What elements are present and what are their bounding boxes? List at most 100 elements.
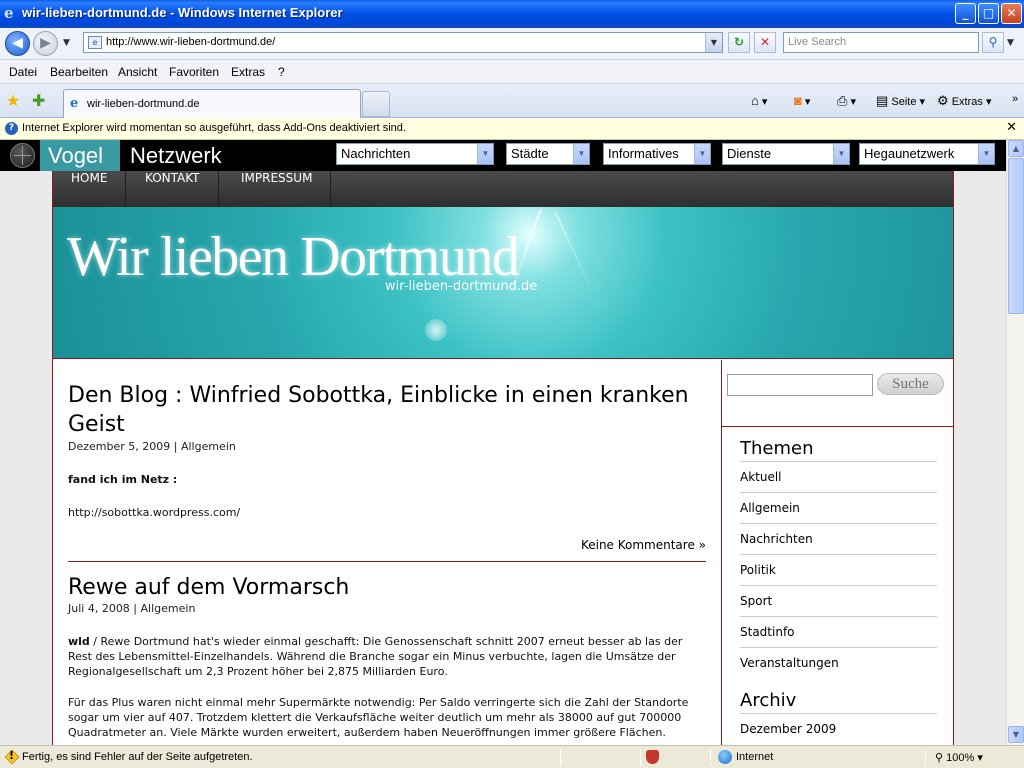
page-menu[interactable]: ▤ Seite ▾ — [876, 93, 925, 109]
post-meta: Dezember 5, 2009 | Allgemein — [68, 440, 236, 453]
maximize-button[interactable]: □ — [978, 3, 999, 24]
nav-home[interactable]: HOME — [53, 171, 127, 207]
info-bar-text[interactable]: Internet Explorer wird momentan so ausge… — [22, 122, 406, 134]
sidebar: Suche Themen Aktuell Allgemein Nachricht… — [721, 360, 953, 745]
address-field[interactable]: e http://www.wir-lieben-dortmund.de/ ▼ — [83, 32, 723, 53]
chevron-down-icon: ▼ — [477, 144, 493, 164]
post-meta: Juli 4, 2008 | Allgemein — [68, 602, 196, 615]
scroll-up-icon[interactable]: ▲ — [1008, 140, 1024, 157]
internet-zone-icon — [718, 750, 732, 764]
address-url[interactable]: http://www.wir-lieben-dortmund.de/ — [106, 36, 275, 48]
menu-help[interactable]: ? — [278, 65, 285, 79]
forward-button[interactable]: ▶ — [33, 31, 58, 56]
close-button[interactable]: ✕ — [1001, 3, 1022, 24]
vertical-scrollbar[interactable]: ▲ ▼ — [1006, 140, 1024, 745]
window-title: wir-lieben-dortmund.de - Windows Interne… — [22, 5, 343, 20]
chevron-down-icon: ▼ — [573, 144, 589, 164]
security-zone[interactable]: Internet — [736, 751, 773, 763]
comments-link[interactable]: Keine Kommentare » — [581, 538, 706, 552]
status-bar: ! Fertig, es sind Fehler auf der Seite a… — [0, 745, 1024, 768]
tab-label: wir-lieben-dortmund.de — [87, 98, 200, 110]
page-icon: e — [88, 36, 102, 49]
home-icon[interactable]: ⌂ ▾ — [751, 93, 767, 108]
post-body-bold: fand ich im Netz : — [68, 473, 178, 486]
post-date: Juli 4, 2008 — [68, 602, 130, 615]
menu-extras[interactable]: Extras — [231, 65, 265, 79]
address-dropdown-icon[interactable]: ▼ — [705, 33, 722, 52]
window-titlebar: e wir-lieben-dortmund.de - Windows Inter… — [0, 0, 1024, 28]
menu-bearbeiten[interactable]: Bearbeiten — [50, 65, 108, 79]
sidebar-item-politik[interactable]: Politik — [740, 554, 937, 585]
info-bar-close-icon[interactable]: ✕ — [1006, 120, 1017, 135]
sidebar-heading-archiv: Archiv — [740, 690, 797, 711]
refresh-button[interactable]: ↻ — [728, 32, 750, 53]
zoom-icon: ⚲ — [935, 752, 944, 764]
nav-kontakt[interactable]: KONTAKT — [127, 171, 219, 207]
page-viewport: Vogel Netzwerk Nachrichten ▼ Städte ▼ Info… — [0, 140, 1006, 745]
add-favorite-icon[interactable]: ✚ — [32, 91, 45, 110]
more-commands-icon[interactable]: » — [1012, 93, 1018, 105]
status-text[interactable]: Fertig, es sind Fehler auf der Seite auf… — [22, 751, 253, 763]
print-icon[interactable]: ⎙ ▾ — [837, 93, 856, 109]
post-title[interactable]: Rewe auf dem Vormarsch — [68, 573, 708, 602]
vogel-network-bar: Vogel Netzwerk Nachrichten ▼ Städte ▼ Info… — [0, 140, 1006, 171]
search-input[interactable]: Live Search — [783, 32, 979, 53]
tools-menu[interactable]: ⚙ Extras ▾ — [937, 93, 991, 109]
post-category[interactable]: Allgemein — [181, 440, 236, 453]
post-category[interactable]: Allgemein — [141, 602, 196, 615]
site-container: HOME KONTAKT IMPRESSUM Wir lieben Dortmu… — [52, 171, 954, 745]
menu-datei[interactable]: Datei — [9, 65, 37, 79]
sidebar-item-veranstaltungen[interactable]: Veranstaltungen — [740, 647, 937, 678]
menu-bar: Datei Bearbeiten Ansicht Favoriten Extra… — [0, 60, 1024, 84]
ie-logo-icon: e — [4, 4, 14, 22]
post-paragraph: wld / Rewe Dortmund hat's wieder einmal … — [68, 635, 683, 678]
scrollbar-thumb[interactable] — [1008, 158, 1024, 314]
favorites-star-icon[interactable]: ★ — [6, 91, 20, 110]
banner-subtitle: wir-lieben-dortmund.de — [385, 279, 538, 294]
search-options-icon[interactable]: ▼ — [1007, 38, 1014, 48]
sidebar-item-allgemein[interactable]: Allgemein — [740, 492, 937, 523]
info-bar[interactable]: ? Internet Explorer wird momentan so aus… — [0, 118, 1024, 140]
site-banner[interactable]: Wir lieben Dortmund wir-lieben-dortmund.… — [53, 207, 953, 359]
light-orb — [425, 319, 447, 341]
chevron-down-icon: ▼ — [978, 144, 994, 164]
sidebar-item-sport[interactable]: Sport — [740, 585, 937, 616]
chevron-down-icon: ▼ — [833, 144, 849, 164]
netzwerk-brand[interactable]: Netzwerk — [130, 143, 222, 169]
tab-wir-lieben-dortmund[interactable]: e wir-lieben-dortmund.de — [63, 89, 361, 118]
menu-favoriten[interactable]: Favoriten — [169, 65, 219, 79]
main-content: Den Blog : Winfried Sobottka, Einblicke … — [53, 360, 721, 745]
select-informatives[interactable]: Informatives ▼ — [603, 143, 711, 165]
select-hegaunetzwerk[interactable]: Hegaunetzwerk ▼ — [859, 143, 995, 165]
sidebar-item-aktuell[interactable]: Aktuell — [740, 461, 937, 492]
sidebar-search-button[interactable]: Suche — [877, 373, 944, 395]
tab-bar: ★ ✚ e wir-lieben-dortmund.de ⌂ ▾ ◙ ▾ ⎙ ▾… — [0, 84, 1024, 118]
post-link[interactable]: http://sobottka.wordpress.com/ — [68, 505, 708, 520]
site-nav: HOME KONTAKT IMPRESSUM — [53, 171, 953, 207]
history-dropdown-icon[interactable]: ▼ — [63, 38, 70, 48]
nav-impressum[interactable]: IMPRESSUM — [223, 171, 332, 207]
new-tab-button[interactable] — [362, 91, 390, 117]
minimize-button[interactable]: _ — [955, 3, 976, 24]
search-icon[interactable]: ⚲ — [982, 32, 1004, 53]
back-button[interactable]: ◀ — [5, 31, 30, 56]
zoom-level[interactable]: ⚲ 100% ▾ — [935, 751, 983, 764]
post-title[interactable]: Den Blog : Winfried Sobottka, Einblicke … — [68, 381, 708, 439]
sidebar-heading-themen: Themen — [740, 438, 814, 459]
stop-button[interactable]: ✕ — [754, 32, 776, 53]
post-divider — [68, 561, 706, 562]
select-dienste[interactable]: Dienste ▼ — [722, 143, 850, 165]
sidebar-item-nachrichten[interactable]: Nachrichten — [740, 523, 937, 554]
select-staedte[interactable]: Städte ▼ — [506, 143, 590, 165]
vogel-brand[interactable]: Vogel — [40, 140, 120, 171]
post-paragraph: Für das Plus waren nicht einmal mehr Sup… — [68, 696, 689, 739]
sidebar-item-stadtinfo[interactable]: Stadtinfo — [740, 616, 937, 647]
sidebar-search-input[interactable] — [727, 374, 873, 396]
feeds-icon[interactable]: ◙ ▾ — [794, 93, 810, 108]
protected-mode-icon[interactable] — [646, 750, 659, 764]
info-icon: ? — [5, 122, 18, 135]
menu-ansicht[interactable]: Ansicht — [118, 65, 157, 79]
scroll-down-icon[interactable]: ▼ — [1008, 726, 1024, 743]
sidebar-item-dezember-2009[interactable]: Dezember 2009 — [740, 713, 937, 744]
select-nachrichten[interactable]: Nachrichten ▼ — [336, 143, 494, 165]
